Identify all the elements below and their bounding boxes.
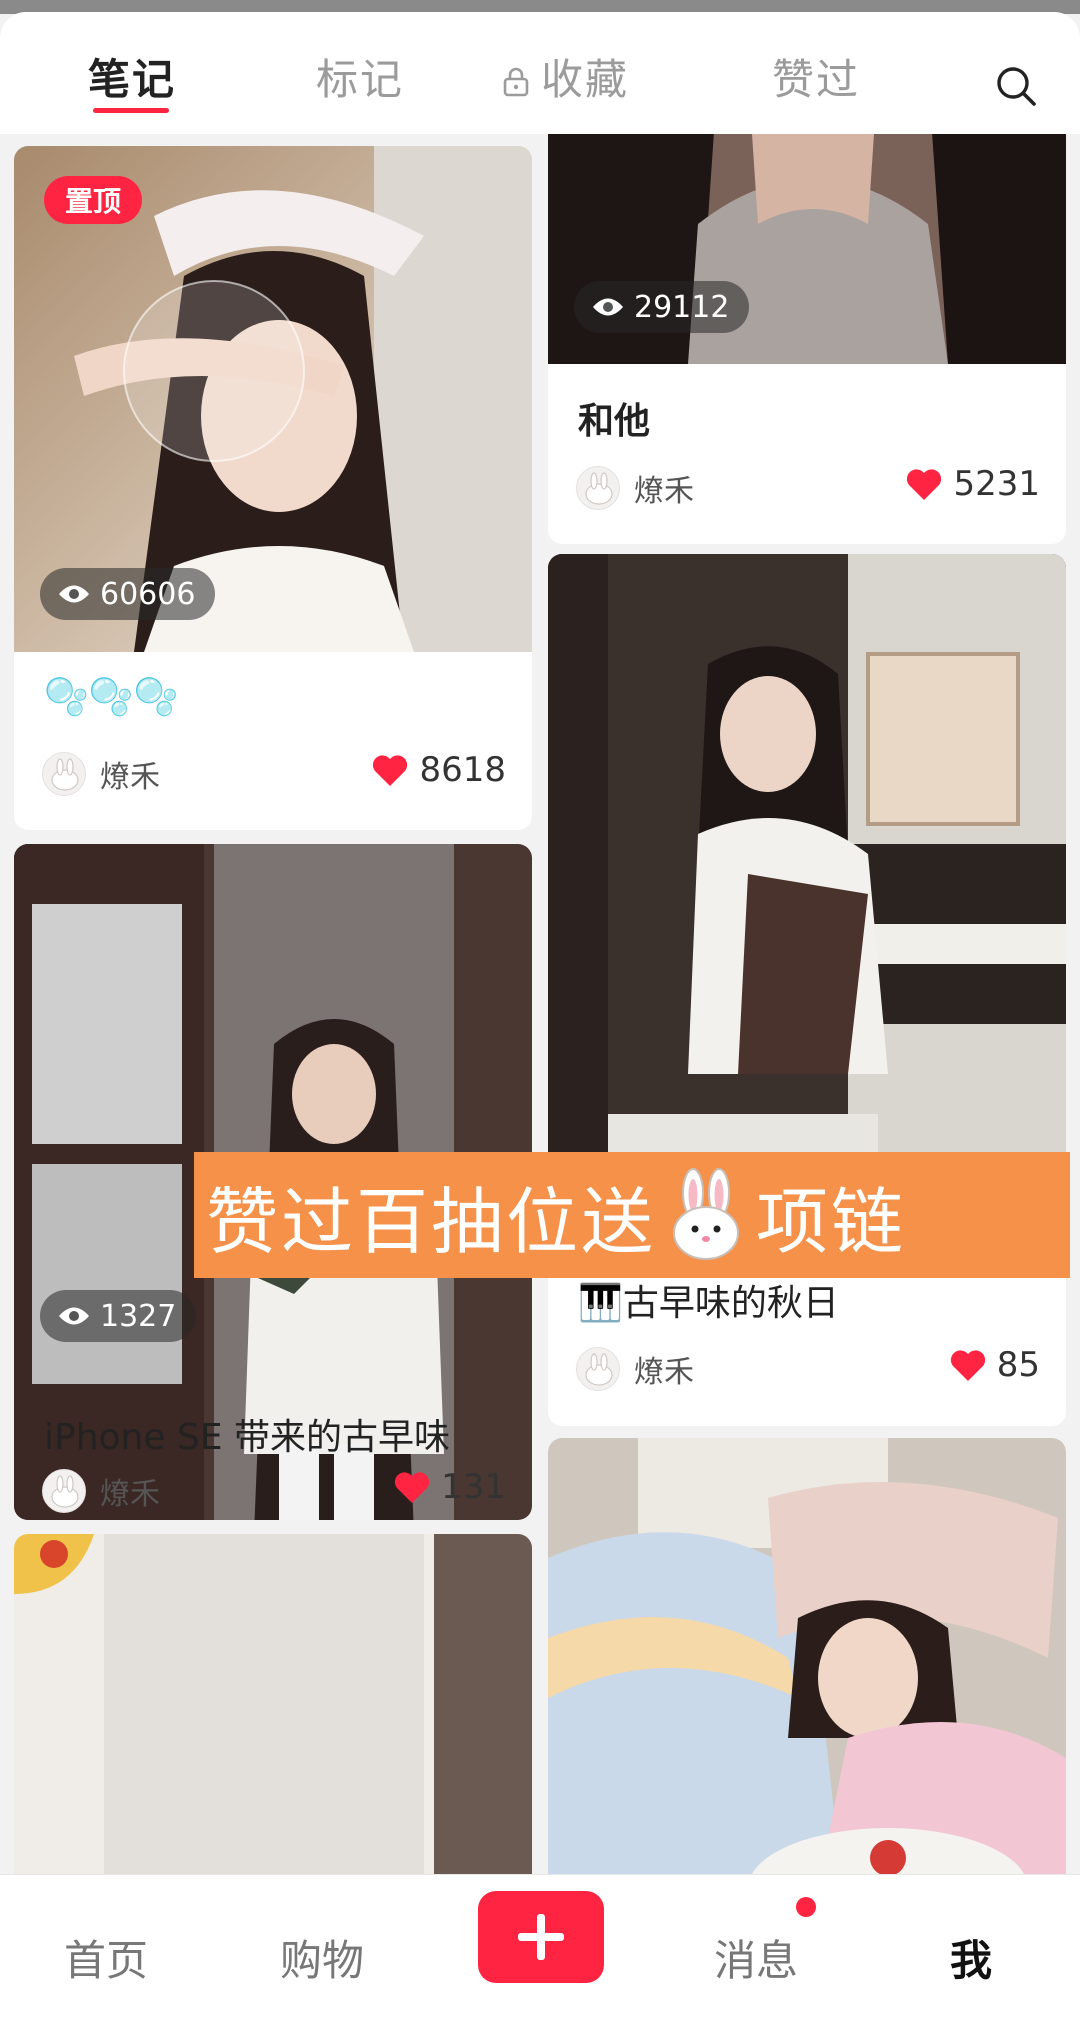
note-card[interactable]: 29112 和他 燎禾 5231 xyxy=(548,134,1066,544)
note-author[interactable]: 燎禾 xyxy=(576,466,694,510)
plus-icon xyxy=(518,1914,564,1960)
like-count: 85 xyxy=(996,1345,1040,1385)
sticker-text-end: 项链 xyxy=(756,1179,907,1264)
eye-icon xyxy=(59,585,89,603)
unread-dot xyxy=(796,1897,816,1917)
active-tab-indicator xyxy=(93,108,169,113)
tab-notes[interactable]: 笔记 xyxy=(88,46,176,107)
tab-marks[interactable]: 标记 xyxy=(316,46,404,107)
note-cover-image xyxy=(548,1438,1066,1874)
note-cover-image xyxy=(548,554,1066,1246)
like-button[interactable]: 85 xyxy=(949,1345,1040,1385)
search-icon[interactable] xyxy=(994,64,1038,108)
tab-liked[interactable]: 赞过 xyxy=(772,46,860,107)
author-name: 燎禾 xyxy=(634,1355,694,1390)
note-card[interactable]: 置顶 60606 🫧🫧🫧 燎禾 8618 xyxy=(14,146,532,830)
note-title: 🎹古早味的秋日 xyxy=(578,1283,839,1324)
bottom-nav: 首页 购物 消息 我 xyxy=(0,1874,1080,2037)
note-author[interactable]: 燎禾 xyxy=(42,752,160,796)
avatar xyxy=(42,752,86,796)
author-name: 燎禾 xyxy=(634,474,694,509)
views-count: 29112 xyxy=(634,289,730,325)
heart-icon xyxy=(373,755,408,786)
heart-icon xyxy=(907,469,942,500)
views-counter: 60606 xyxy=(40,568,216,620)
like-button[interactable]: 8618 xyxy=(371,750,506,790)
like-count: 5231 xyxy=(953,464,1040,504)
notes-feed: 置顶 60606 🫧🫧🫧 燎禾 8618 29112 和他 燎禾 5231 13… xyxy=(0,134,1080,1874)
note-card[interactable] xyxy=(548,1438,1066,1874)
note-title: iPhone SE 带来的古早味 xyxy=(44,1417,451,1458)
tab-bar: 笔记 标记 收藏 赞过 xyxy=(0,12,1080,134)
bunny-avatar-icon xyxy=(51,758,79,791)
like-button[interactable]: 131 xyxy=(393,1467,506,1507)
nav-messages[interactable]: 消息 xyxy=(714,1927,798,1988)
author-name: 燎禾 xyxy=(100,1477,160,1512)
like-button[interactable]: 5231 xyxy=(905,464,1040,504)
heart-icon xyxy=(950,1350,985,1381)
views-count: 60606 xyxy=(100,576,196,612)
like-count: 131 xyxy=(441,1467,506,1507)
eye-icon xyxy=(593,298,623,316)
author-name: 燎禾 xyxy=(100,760,160,795)
bunny-avatar-icon xyxy=(585,1353,613,1386)
note-author[interactable]: 燎禾 xyxy=(576,1347,694,1391)
bunny-avatar-icon xyxy=(51,1475,79,1508)
nav-me[interactable]: 我 xyxy=(950,1927,992,1988)
bunny-icon xyxy=(673,1168,740,1260)
avatar xyxy=(576,1347,620,1391)
publish-button[interactable] xyxy=(478,1891,604,1983)
lock-icon xyxy=(503,67,529,97)
pinned-badge: 置顶 xyxy=(44,176,142,224)
note-title: 🫧🫧🫧 xyxy=(44,677,179,718)
bunny-avatar-icon xyxy=(585,472,613,505)
tab-collections[interactable]: 收藏 xyxy=(541,46,629,107)
heart-icon xyxy=(394,1472,430,1503)
note-author[interactable]: 燎禾 xyxy=(42,1469,160,1513)
views-counter: 1327 xyxy=(40,1290,197,1342)
profile-notes-page: 笔记 标记 收藏 赞过 置顶 60606 🫧🫧🫧 燎禾 8618 29112 和… xyxy=(0,12,1080,2037)
sticker-text-start: 赞过百抽位送 xyxy=(206,1179,657,1264)
note-cover-image xyxy=(14,1534,532,1874)
like-count: 8618 xyxy=(419,750,506,790)
views-counter: 29112 xyxy=(574,281,750,333)
note-title: 和他 xyxy=(578,401,651,442)
avatar xyxy=(576,466,620,510)
promo-sticker: 赞过百抽位送 项链 xyxy=(194,1152,1070,1278)
nav-shop[interactable]: 购物 xyxy=(280,1927,364,1988)
views-count: 1327 xyxy=(100,1298,177,1334)
nav-home[interactable]: 首页 xyxy=(64,1927,148,1988)
eye-icon xyxy=(59,1307,89,1325)
note-card[interactable] xyxy=(14,1534,532,1874)
avatar xyxy=(42,1469,86,1513)
note-card[interactable]: 854 🎹古早味的秋日 燎禾 85 xyxy=(548,554,1066,1426)
